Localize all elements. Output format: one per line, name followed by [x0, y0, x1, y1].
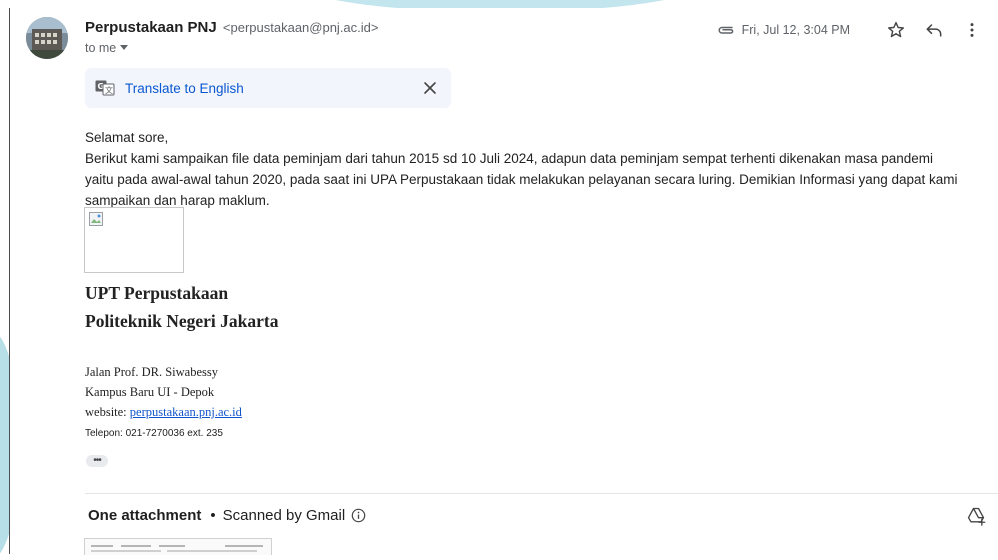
paperclip-icon	[716, 23, 736, 37]
signature-org-line1: UPT Perpustakaan	[85, 283, 229, 303]
translate-link[interactable]: Translate to English	[125, 81, 244, 96]
add-to-drive-icon[interactable]	[966, 506, 986, 526]
recipient-label: to me	[85, 41, 117, 55]
body-paragraph: Berikut kami sampaikan file data peminja…	[85, 151, 958, 208]
signature-address2: Kampus Baru UI - Depok	[85, 385, 215, 399]
signature-org-line2: Politeknik Negeri Jakarta	[85, 311, 279, 331]
website-label: website:	[85, 405, 130, 419]
attachment-count: One attachment	[88, 507, 202, 524]
message-date[interactable]: Fri, Jul 12, 3:04 PM	[742, 23, 850, 37]
reply-icon[interactable]	[922, 18, 946, 42]
attachments-divider	[85, 493, 998, 494]
attachment-separator: •	[210, 507, 216, 524]
signature-website: website: perpustakaan.pnj.ac.id	[85, 405, 242, 420]
broken-image-icon	[89, 212, 103, 226]
message-actions: Fri, Jul 12, 3:04 PM	[716, 18, 984, 42]
attachment-thumbnail[interactable]	[84, 538, 272, 555]
message-body: Selamat sore, Berikut kami sampaikan fil…	[85, 127, 965, 211]
sender-name[interactable]: Perpustakaan PNJ	[85, 19, 217, 36]
attachments-header: One attachment • Scanned by Gmail	[88, 507, 366, 524]
scan-status: Scanned by Gmail	[222, 507, 346, 524]
signature-address1: Jalan Prof. DR. Siwabessy	[85, 365, 218, 379]
website-link[interactable]: perpustakaan.pnj.ac.id	[130, 405, 242, 419]
sender-line: Perpustakaan PNJ <perpustakaan@pnj.ac.id…	[85, 19, 379, 36]
caret-down-icon	[120, 45, 129, 50]
svg-text:文: 文	[105, 85, 113, 95]
more-vert-icon[interactable]	[960, 18, 984, 42]
sender-email: <perpustakaan@pnj.ac.id>	[222, 20, 379, 35]
close-icon[interactable]	[421, 79, 439, 97]
avatar-image	[26, 17, 68, 59]
recipient-dropdown[interactable]: to me	[85, 41, 129, 55]
greeting: Selamat sore,	[85, 130, 169, 145]
star-icon[interactable]	[884, 18, 908, 42]
translate-icon: G 文	[95, 80, 115, 96]
sender-avatar[interactable]	[26, 17, 68, 59]
broken-image	[84, 207, 184, 273]
signature-phone: Telepon: 021-7270036 ext. 235	[85, 428, 223, 439]
show-trimmed-content-button[interactable]: •••	[86, 455, 108, 467]
info-icon[interactable]	[351, 508, 366, 523]
translate-bar: G 文 Translate to English	[85, 68, 451, 108]
